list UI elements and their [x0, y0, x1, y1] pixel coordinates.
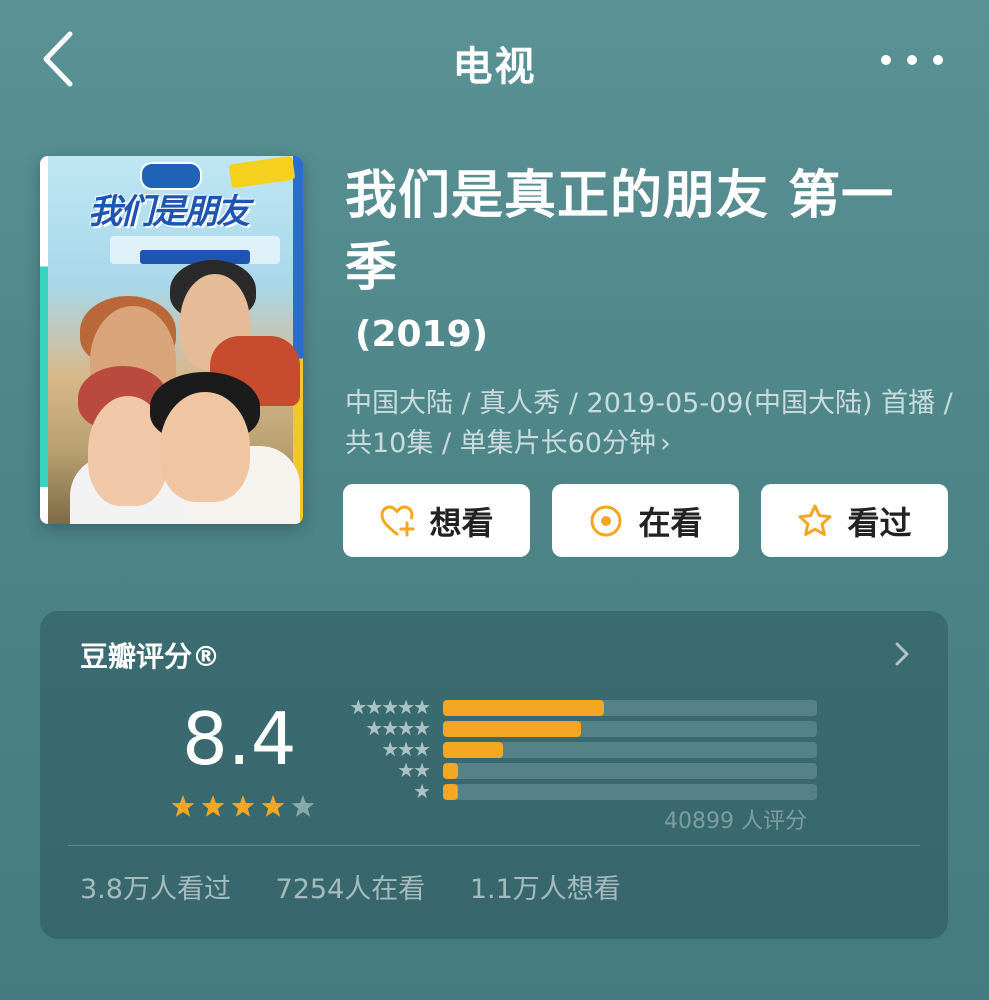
distribution-track — [443, 721, 817, 737]
distribution-stars: ★★ — [397, 758, 431, 782]
distribution-stars: ★★★★★ — [349, 695, 431, 719]
rating-heading: 豆瓣评分® — [80, 640, 221, 673]
star-filled-icon — [171, 795, 195, 817]
distribution-stars: ★★★★ — [365, 716, 431, 740]
distribution-track — [443, 763, 817, 779]
watched-button[interactable]: 看过 — [761, 484, 948, 557]
rating-stars — [171, 795, 315, 817]
distribution-bar — [443, 700, 604, 716]
want-to-watch-button[interactable]: 想看 — [343, 484, 530, 557]
chevron-right-icon — [895, 642, 909, 666]
star-filled-icon — [261, 795, 285, 817]
watching-button[interactable]: 在看 — [552, 484, 739, 557]
poster-title-art: 我们是朋友 — [88, 192, 250, 232]
distribution-stars: ★★★ — [381, 737, 431, 761]
distribution-track — [443, 784, 817, 800]
distribution-bar — [443, 763, 458, 779]
distribution-track — [443, 742, 817, 758]
distribution-bar — [443, 742, 503, 758]
watching-label: 在看 — [638, 503, 703, 542]
watching-count: 7254人在看 — [275, 874, 426, 905]
show-poster[interactable]: 我们是朋友 — [40, 156, 303, 524]
page-title: 电视 — [452, 44, 537, 90]
show-year: (2019) — [355, 314, 489, 355]
distribution-bar — [443, 721, 582, 737]
chevron-right-icon: › — [659, 428, 671, 459]
rating-card[interactable]: 豆瓣评分® 8.4 ★★★★★ ★★★★ ★★★ ★★ ★ 40899 人评分 3.8万… — [40, 611, 948, 939]
show-meta-info[interactable]: 中国大陆 / 真人秀 / 2019-05-09(中国大陆) 首播 / 共10集 … — [345, 384, 955, 464]
distribution-track — [443, 700, 817, 716]
distribution-stars: ★ — [413, 779, 431, 803]
show-title: 我们是真正的朋友 第一季 — [345, 166, 895, 298]
star-filled-icon — [231, 795, 255, 817]
want-to-watch-label: 想看 — [429, 503, 494, 542]
divider — [68, 845, 920, 846]
star-outline-icon — [798, 504, 832, 536]
distribution-row: ★★★★ — [336, 718, 826, 738]
heart-plus-icon — [380, 505, 415, 536]
rating-score: 8.4 — [182, 697, 297, 781]
star-empty-icon — [291, 795, 315, 817]
action-buttons: 想看 在看 看过 — [343, 484, 951, 557]
top-navigation-bar: 电视 — [0, 0, 989, 120]
distribution-bar — [443, 784, 458, 800]
watched-count: 3.8万人看过 — [80, 874, 231, 905]
star-filled-icon — [201, 795, 225, 817]
want-count: 1.1万人想看 — [469, 874, 621, 905]
more-dots-icon — [881, 55, 891, 65]
distribution-row: ★★★★★ — [336, 697, 826, 717]
watched-label: 看过 — [847, 503, 912, 542]
distribution-row: ★ — [336, 781, 826, 801]
more-options-button[interactable] — [881, 52, 943, 68]
rating-distribution: ★★★★★ ★★★★ ★★★ ★★ ★ — [336, 697, 826, 807]
target-circle-icon — [590, 505, 622, 536]
meta-text: 中国大陆 / 真人秀 / 2019-05-09(中国大陆) 首播 / 共10集 … — [345, 388, 953, 459]
rating-count: 40899 人评分 — [664, 809, 807, 834]
distribution-row: ★★ — [336, 760, 826, 780]
audience-stats: 3.8万人看过 7254人在看 1.1万人想看 — [80, 867, 649, 906]
distribution-row: ★★★ — [336, 739, 826, 759]
